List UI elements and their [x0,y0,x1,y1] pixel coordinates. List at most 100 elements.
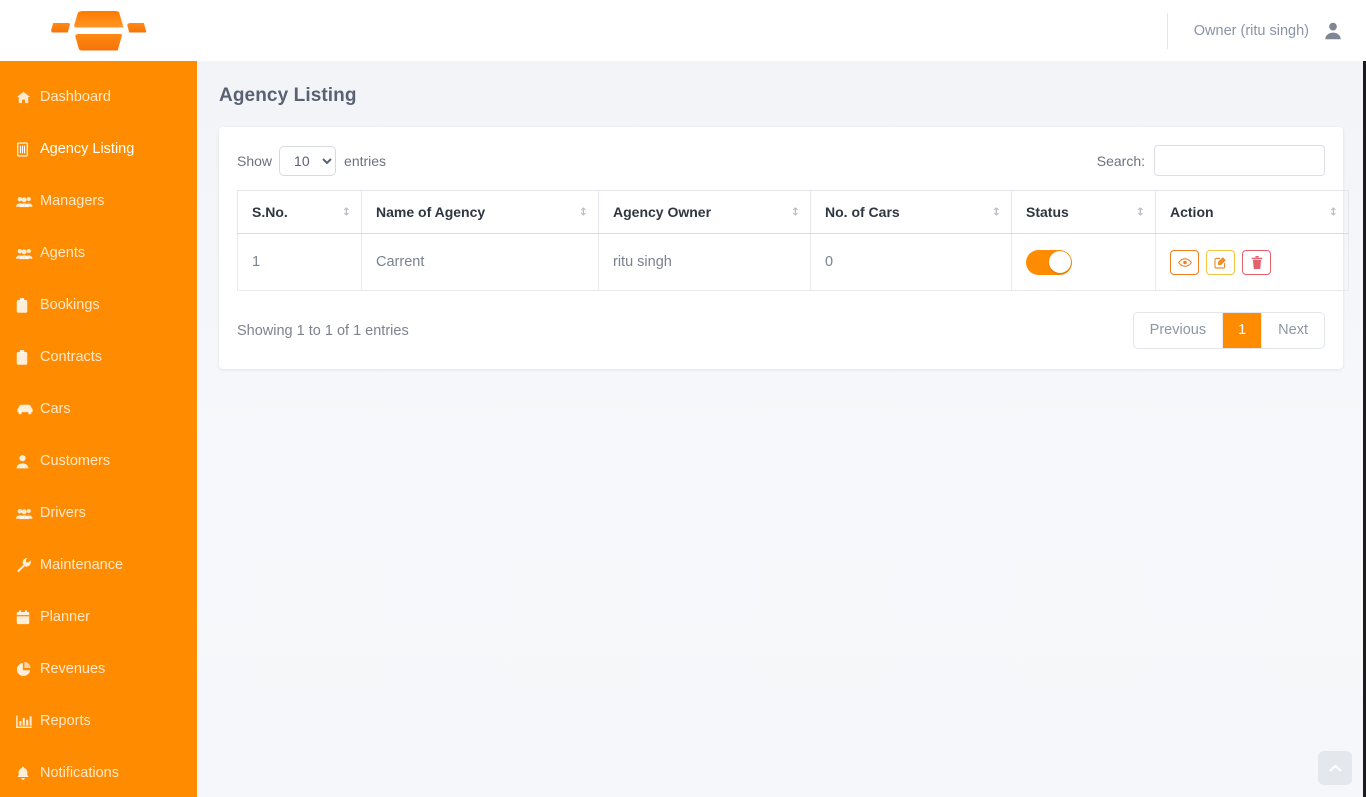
cell-status [1012,234,1156,291]
sidebar-item-notifications[interactable]: Notifications [0,747,197,797]
pie-chart-icon [16,662,40,677]
page-title: Agency Listing [197,61,1366,107]
column-label-cars: No. of Cars [825,204,900,220]
sort-icon[interactable]: ↕ [791,206,798,219]
sidebar-item-agents[interactable]: Agents [0,227,197,279]
sidebar-label-dashboard: Dashboard [40,89,111,105]
sort-icon[interactable]: ↕ [1136,206,1143,219]
cell-action [1156,234,1349,291]
main-content: Agency Listing Show 10 25 50 100 entries… [197,61,1366,797]
logo-top-shape [74,11,124,28]
users-icon [16,247,40,260]
pagination-previous[interactable]: Previous [1134,313,1223,348]
table-header-row: S.No. ↕ Name of Agency ↕ Agency Owner ↕ [238,191,1349,234]
show-label: Show [237,153,272,169]
entries-select[interactable]: 10 25 50 100 [279,146,336,176]
users-icon [16,195,40,208]
delete-button[interactable] [1242,250,1271,275]
sidebar-label-drivers: Drivers [40,505,86,521]
status-toggle[interactable] [1026,250,1072,275]
sort-icon[interactable]: ↕ [579,206,586,219]
calendar-icon [16,610,40,625]
chevron-up-icon [1329,764,1342,773]
column-header-name[interactable]: Name of Agency ↕ [362,191,599,234]
cell-owner: ritu singh [599,234,811,291]
sidebar-label-cars: Cars [40,401,71,417]
sidebar-label-agents: Agents [40,245,85,261]
column-label-action: Action [1170,204,1214,220]
clipboard-icon [16,298,40,313]
pagination: Previous 1 Next [1133,312,1325,349]
user-name-label: Owner (ritu singh) [1194,23,1309,39]
column-label-status: Status [1026,204,1069,220]
table-info: Showing 1 to 1 of 1 entries [237,323,409,339]
search-label: Search: [1097,153,1145,169]
sidebar-item-bookings[interactable]: Bookings [0,279,197,331]
user-menu[interactable]: Owner (ritu singh) [1167,0,1366,61]
scroll-to-top-button[interactable] [1318,751,1352,785]
sidebar-label-notifications: Notifications [40,765,119,781]
user-icon [16,454,40,469]
column-label-sno: S.No. [252,204,288,220]
cell-cars: 0 [811,234,1012,291]
column-header-action[interactable]: Action ↕ [1156,191,1349,234]
agency-table: S.No. ↕ Name of Agency ↕ Agency Owner ↕ [237,190,1349,291]
sidebar-item-maintenance[interactable]: Maintenance [0,539,197,591]
topbar: Owner (ritu singh) [0,0,1366,61]
sort-icon[interactable]: ↕ [1329,206,1336,219]
trash-icon [1251,256,1263,269]
sidebar-label-bookings: Bookings [40,297,100,313]
sidebar-item-reports[interactable]: Reports [0,695,197,747]
sidebar-item-contracts[interactable]: Contracts [0,331,197,383]
sidebar-item-planner[interactable]: Planner [0,591,197,643]
column-header-sno[interactable]: S.No. ↕ [238,191,362,234]
status-toggle-knob [1049,251,1071,273]
pagination-next[interactable]: Next [1262,313,1324,348]
users-icon [16,507,40,520]
bell-icon [16,766,40,781]
sidebar-item-cars[interactable]: Cars [0,383,197,435]
user-avatar-icon[interactable] [1322,20,1344,42]
sidebar-label-reports: Reports [40,713,91,729]
cell-sno: 1 [238,234,362,291]
sort-icon[interactable]: ↕ [992,206,999,219]
sidebar: Dashboard Agency Listing [0,61,197,797]
logo-bottom-shape [75,34,123,51]
sidebar-item-managers[interactable]: Managers [0,175,197,227]
entries-length-control: Show 10 25 50 100 entries [237,146,386,176]
app-root: Owner (ritu singh) Dashboard [0,0,1366,797]
sidebar-label-maintenance: Maintenance [40,557,123,573]
sidebar-label-contracts: Contracts [40,349,102,365]
sidebar-item-agency-listing[interactable]: Agency Listing [0,123,197,175]
edit-button[interactable] [1206,250,1235,275]
clipboard-icon [16,350,40,365]
brand-logo[interactable] [0,0,197,61]
column-label-owner: Agency Owner [613,204,711,220]
bar-chart-icon [16,714,40,728]
sidebar-item-drivers[interactable]: Drivers [0,487,197,539]
sidebar-label-planner: Planner [40,609,90,625]
pagination-page-1[interactable]: 1 [1223,313,1262,348]
car-icon [16,403,40,415]
sidebar-item-customers[interactable]: Customers [0,435,197,487]
column-header-cars[interactable]: No. of Cars ↕ [811,191,1012,234]
sidebar-item-revenues[interactable]: Revenues [0,643,197,695]
search-control: Search: [1097,145,1325,176]
sort-icon[interactable]: ↕ [342,206,349,219]
home-icon [16,90,40,105]
sidebar-item-dashboard[interactable]: Dashboard [0,71,197,123]
sidebar-label-customers: Customers [40,453,110,469]
datatable-controls: Show 10 25 50 100 entries Search: [237,145,1325,190]
column-header-owner[interactable]: Agency Owner ↕ [599,191,811,234]
logo-left-shape [51,23,71,33]
building-icon [16,142,40,157]
search-input[interactable] [1154,145,1325,176]
column-header-status[interactable]: Status ↕ [1012,191,1156,234]
column-label-name: Name of Agency [376,204,485,220]
cell-name: Carrent [362,234,599,291]
table-body: 1 Carrent ritu singh 0 [238,234,1349,291]
table-head: S.No. ↕ Name of Agency ↕ Agency Owner ↕ [238,191,1349,234]
table-row: 1 Carrent ritu singh 0 [238,234,1349,291]
sidebar-label-revenues: Revenues [40,661,105,677]
view-button[interactable] [1170,250,1199,275]
